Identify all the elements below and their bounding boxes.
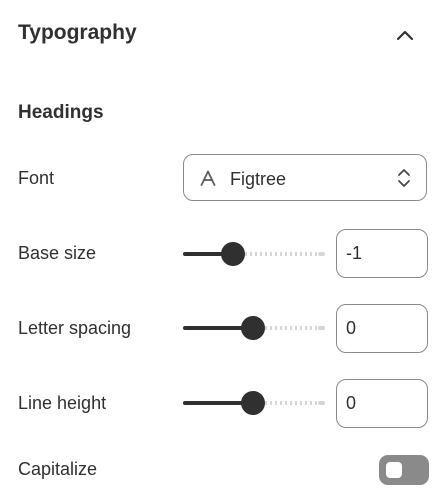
- font-select[interactable]: Figtree: [183, 154, 427, 201]
- slider-track-end: [318, 252, 325, 256]
- capitalize-label: Capitalize: [18, 459, 98, 479]
- slider-thumb[interactable]: [241, 316, 265, 340]
- letter-spacing-label: Letter spacing: [18, 318, 132, 338]
- slider-thumb[interactable]: [221, 242, 245, 266]
- line-height-slider[interactable]: [183, 390, 325, 416]
- toggle-knob: [386, 462, 402, 478]
- font-select-value: Figtree: [230, 169, 287, 189]
- letter-spacing-slider[interactable]: [183, 315, 325, 341]
- slider-track: [265, 326, 323, 330]
- letter-spacing-input[interactable]: [336, 304, 428, 353]
- chevron-up-icon[interactable]: [394, 26, 416, 44]
- base-size-slider[interactable]: [183, 241, 325, 267]
- headings-title: Headings: [18, 102, 104, 123]
- chevron-up-down-icon: [398, 169, 410, 187]
- line-height-label: Line height: [18, 393, 107, 413]
- slider-track-end: [318, 401, 325, 405]
- line-height-input[interactable]: [336, 379, 428, 428]
- slider-thumb[interactable]: [241, 391, 265, 415]
- font-label: Font: [18, 168, 55, 188]
- font-letter-a-icon: [200, 170, 216, 186]
- base-size-input[interactable]: [336, 229, 428, 278]
- base-size-label: Base size: [18, 243, 97, 263]
- section-title: Typography: [18, 21, 137, 44]
- slider-track-end: [318, 326, 325, 330]
- slider-track: [265, 401, 323, 405]
- capitalize-toggle[interactable]: [379, 455, 429, 485]
- slider-track: [245, 252, 323, 256]
